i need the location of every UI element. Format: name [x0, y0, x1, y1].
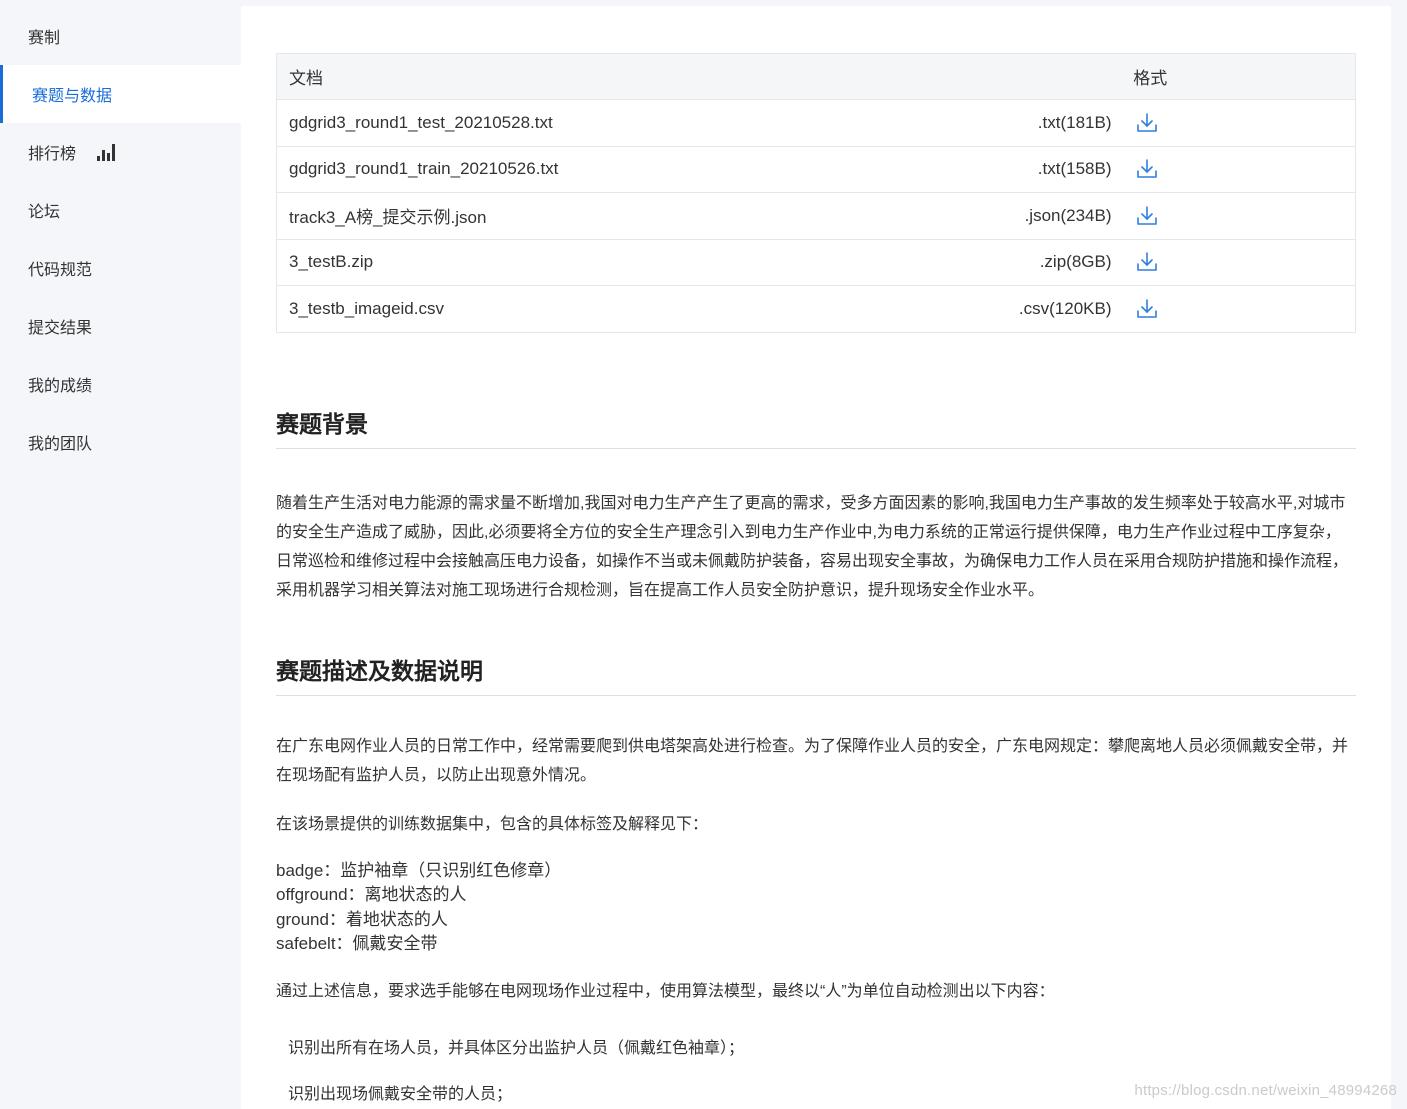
sidebar-item-rules[interactable]: 赛制 — [0, 7, 241, 65]
main-content: 文档 格式 gdgrid3_round1_test_20210528.txt .… — [241, 6, 1391, 1109]
description-paragraph: 在广东电网作业人员的日常工作中，经常需要爬到供电塔架高处进行检查。为了保障作业人… — [276, 737, 1349, 784]
label-list: badge：监护袖章（只识别红色修章） offground：离地状态的人 gro… — [276, 859, 1356, 957]
file-format: .json(234B) — [945, 192, 1126, 240]
table-row: gdgrid3_round1_train_20210526.txt .txt(1… — [276, 146, 1356, 193]
sidebar-item-label: 排行榜 — [28, 146, 77, 163]
download-icon[interactable] — [1136, 251, 1158, 273]
sidebar-item-my-score[interactable]: 我的成绩 — [0, 355, 241, 413]
sidebar-item-submit[interactable]: 提交结果 — [0, 297, 241, 355]
file-name: track3_A榜_提交示例.json — [276, 192, 946, 240]
sidebar-item-problem-data[interactable]: 赛题与数据 — [0, 65, 241, 123]
download-icon[interactable] — [1136, 158, 1158, 180]
sidebar-item-label: 我的成绩 — [28, 378, 93, 395]
column-header-format: 格式 — [945, 53, 1356, 100]
list-item: ground：着地状态的人 — [276, 909, 448, 929]
download-icon[interactable] — [1136, 298, 1158, 320]
sidebar-item-my-team[interactable]: 我的团队 — [0, 413, 241, 471]
download-icon[interactable] — [1136, 112, 1158, 134]
list-item: badge：监护袖章（只识别红色修章） — [276, 860, 562, 880]
content-column: 文档 格式 gdgrid3_round1_test_20210528.txt .… — [276, 53, 1356, 1104]
sidebar-item-leaderboard[interactable]: 排行榜 — [0, 123, 241, 181]
list-item: safebelt：佩戴安全带 — [276, 934, 438, 953]
section-heading-background: 赛题背景 — [276, 405, 1356, 449]
sidebar-item-label: 论坛 — [28, 204, 61, 221]
section-heading-description: 赛题描述及数据说明 — [276, 652, 1356, 696]
watermark: https://blog.csdn.net/weixin_48994268 — [1134, 1082, 1397, 1099]
file-name: gdgrid3_round1_test_20210528.txt — [276, 99, 946, 147]
sidebar-item-forum[interactable]: 论坛 — [0, 181, 241, 239]
file-format: .txt(181B) — [945, 99, 1126, 147]
table-row: 3_testB.zip .zip(8GB) — [276, 239, 1356, 286]
bar-chart-icon — [96, 142, 116, 162]
sidebar-item-code-spec[interactable]: 代码规范 — [0, 239, 241, 297]
file-format: .zip(8GB) — [945, 239, 1126, 286]
sidebar-item-label: 赛题与数据 — [32, 88, 113, 105]
table-row: 3_testb_imageid.csv .csv(120KB) — [276, 285, 1356, 333]
sidebar-nav: 赛制 赛题与数据 排行榜 论坛 代码规范 提交结果 我的成绩 我的团队 — [0, 0, 241, 1109]
task-item: 识别出所有在场人员，并具体区分出监护人员（佩戴红色袖章）； — [288, 1039, 745, 1057]
sidebar-item-label: 赛制 — [28, 30, 61, 47]
table-row: track3_A榜_提交示例.json .json(234B) — [276, 192, 1356, 240]
file-format: .txt(158B) — [945, 146, 1126, 193]
download-icon[interactable] — [1136, 205, 1158, 227]
sidebar-item-label: 提交结果 — [28, 320, 93, 337]
table-header-row: 文档 格式 — [276, 53, 1356, 100]
table-row: gdgrid3_round1_test_20210528.txt .txt(18… — [276, 99, 1356, 147]
column-header-doc: 文档 — [276, 53, 946, 100]
labels-intro: 在该场景提供的训练数据集中，包含的具体标签及解释见下： — [276, 815, 709, 833]
file-name: 3_testB.zip — [276, 239, 946, 286]
background-paragraph: 随着生产生活对电力能源的需求量不断增加,我国对电力生产产生了更高的需求，受多方面… — [276, 494, 1349, 599]
sidebar-item-label: 我的团队 — [28, 436, 93, 453]
task-intro: 通过上述信息，要求选手能够在电网现场作业过程中，使用算法模型，最终以“人”为单位… — [276, 982, 1055, 1000]
list-item: offground：离地状态的人 — [276, 885, 467, 904]
file-format: .csv(120KB) — [945, 285, 1126, 333]
files-table: 文档 格式 gdgrid3_round1_test_20210528.txt .… — [276, 53, 1356, 333]
sidebar-item-label: 代码规范 — [28, 262, 93, 279]
file-name: gdgrid3_round1_train_20210526.txt — [276, 146, 946, 193]
file-name: 3_testb_imageid.csv — [276, 285, 946, 333]
